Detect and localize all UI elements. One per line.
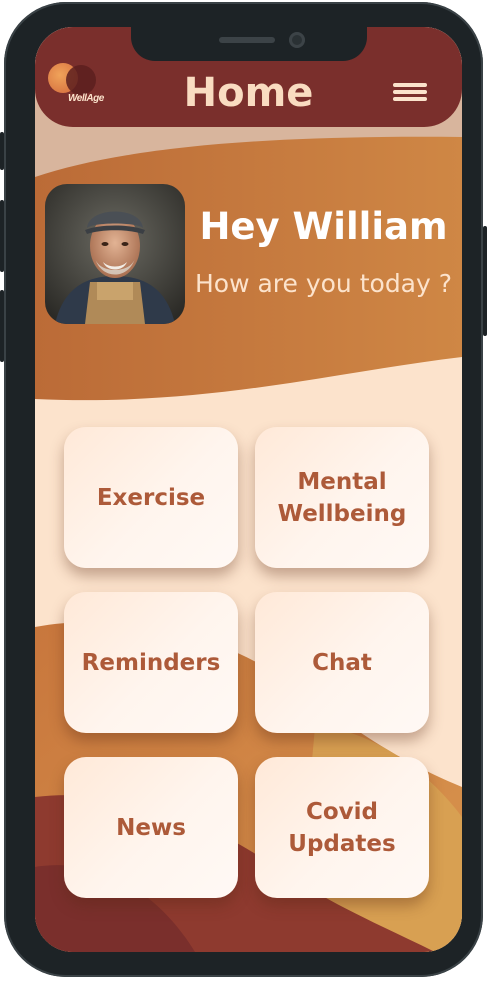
phone-frame: WellAge Home Hey William How are you tod… — [0, 2, 487, 977]
tile-label-news: News — [116, 814, 186, 841]
tile-label-chat: Chat — [312, 649, 372, 676]
speaker-grille — [219, 37, 275, 43]
chat-tile[interactable]: Chat — [255, 592, 429, 733]
greeting-heading: Hey William — [199, 205, 448, 248]
exercise-tile[interactable]: Exercise — [64, 427, 238, 568]
power-button — [483, 226, 487, 336]
avatar-portrait-image — [45, 184, 185, 324]
news-tile[interactable]: News — [64, 757, 238, 898]
phone-notch — [131, 27, 367, 61]
mute-switch — [0, 132, 4, 170]
front-camera — [289, 32, 305, 48]
tile-label-exercise: Exercise — [96, 484, 206, 511]
reminders-tile[interactable]: Reminders — [64, 592, 238, 733]
mental-wellbeing-tile[interactable]: Mental Wellbeing — [255, 427, 429, 568]
avatar — [45, 184, 185, 324]
hamburger-menu-icon[interactable] — [393, 83, 427, 105]
covid-updates-tile[interactable]: Covid Updates — [255, 757, 429, 898]
tile-label-mental-wellbeing: Mental Wellbeing — [277, 468, 407, 527]
volume-down-button — [0, 290, 4, 362]
tile-label-reminders: Reminders — [81, 649, 221, 676]
greeting-subtitle: How are you today ? — [194, 269, 453, 298]
volume-up-button — [0, 200, 4, 272]
tile-label-covid-updates: Covid Updates — [288, 798, 396, 857]
app-screen: WellAge Home Hey William How are you tod… — [35, 27, 462, 952]
